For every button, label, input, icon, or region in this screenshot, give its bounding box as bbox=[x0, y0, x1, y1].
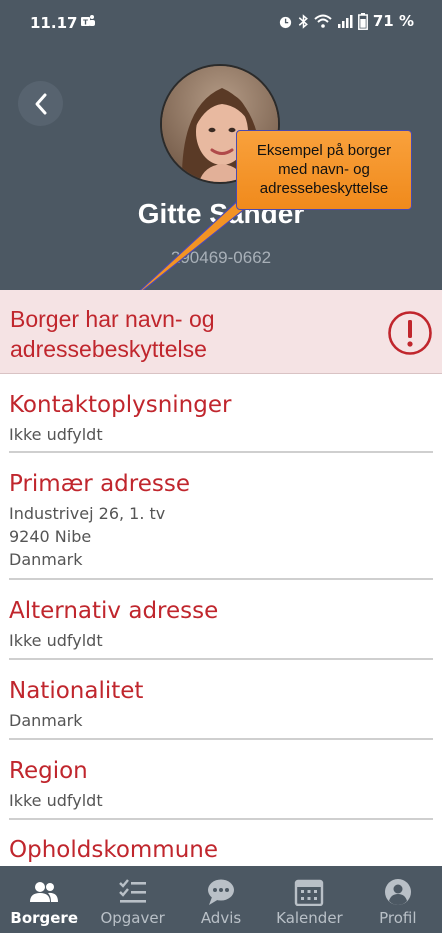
section-title: Region bbox=[9, 758, 88, 784]
teams-icon: T bbox=[81, 15, 95, 27]
nav-borgere[interactable]: Borgere bbox=[0, 866, 88, 933]
signal-icon bbox=[337, 15, 353, 28]
battery-icon bbox=[357, 12, 368, 30]
status-time: 11.17 bbox=[30, 14, 78, 32]
nav-advis[interactable]: Advis bbox=[177, 866, 265, 933]
section-title: Opholdskommune bbox=[9, 837, 219, 863]
section-title: Kontaktoplysninger bbox=[9, 392, 232, 418]
people-icon bbox=[30, 882, 59, 902]
section-value: 9240 Nibe bbox=[9, 527, 92, 546]
nav-label: Borgere bbox=[10, 909, 79, 927]
section-value: Industrivej 26, 1. tv bbox=[9, 504, 166, 523]
nav-label: Kalender bbox=[276, 909, 343, 927]
nav-label: Opgaver bbox=[100, 909, 165, 927]
annotation-callout: Eksempel på borger med navn- og adresseb… bbox=[236, 130, 412, 210]
nav-label: Profil bbox=[379, 909, 417, 927]
nav-profil[interactable]: Profil bbox=[354, 866, 442, 933]
svg-text:T: T bbox=[83, 19, 88, 27]
section-primaer-adresse[interactable]: Primær adresse Industrivej 26, 1. tv 924… bbox=[9, 470, 433, 580]
section-value: Danmark bbox=[9, 711, 83, 730]
battery-percentage: 71 % bbox=[372, 12, 414, 30]
person-icon bbox=[384, 879, 411, 905]
status-icons: 71 % bbox=[278, 12, 414, 30]
section-value: Ikke udfyldt bbox=[9, 791, 103, 810]
section-value: Ikke udfyldt bbox=[9, 631, 103, 650]
section-alternativ-adresse[interactable]: Alternativ adresse Ikke udfyldt bbox=[9, 597, 433, 660]
chevron-left-icon bbox=[35, 93, 46, 114]
nav-opgaver[interactable]: Opgaver bbox=[88, 866, 176, 933]
status-bar: 11.17 T 71 % bbox=[0, 0, 442, 46]
section-opholdskommune[interactable]: Opholdskommune bbox=[9, 836, 433, 866]
calendar-icon bbox=[295, 879, 324, 906]
nav-kalender[interactable]: Kalender bbox=[265, 866, 353, 933]
back-button[interactable] bbox=[18, 81, 63, 126]
checklist-icon bbox=[118, 879, 146, 903]
protection-alert-banner: Borger har navn- og adressebeskyttelse bbox=[0, 290, 442, 374]
section-title: Primær adresse bbox=[9, 471, 190, 497]
section-title: Alternativ adresse bbox=[9, 598, 219, 624]
section-value: Ikke udfyldt bbox=[9, 425, 103, 444]
bottom-navigation: Borgere Opgaver Advis Kalender Profil bbox=[0, 866, 442, 933]
section-kontaktoplysninger[interactable]: Kontaktoplysninger Ikke udfyldt bbox=[9, 391, 433, 453]
alarm-icon bbox=[279, 16, 291, 28]
bluetooth-icon bbox=[298, 13, 308, 29]
section-nationalitet[interactable]: Nationalitet Danmark bbox=[9, 677, 433, 740]
section-value: Danmark bbox=[9, 550, 83, 569]
nav-label: Advis bbox=[200, 909, 242, 927]
section-title: Nationalitet bbox=[9, 678, 144, 704]
warning-icon bbox=[388, 311, 432, 355]
alert-text: Borger har navn- og adressebeskyttelse bbox=[10, 306, 215, 362]
wifi-icon bbox=[314, 14, 332, 28]
section-region[interactable]: Region Ikke udfyldt bbox=[9, 757, 433, 820]
patient-cpr: 290469-0662 bbox=[170, 248, 272, 267]
callout-text: Eksempel på borger med navn- og adresseb… bbox=[256, 142, 392, 197]
chat-bubble-icon bbox=[208, 879, 235, 905]
